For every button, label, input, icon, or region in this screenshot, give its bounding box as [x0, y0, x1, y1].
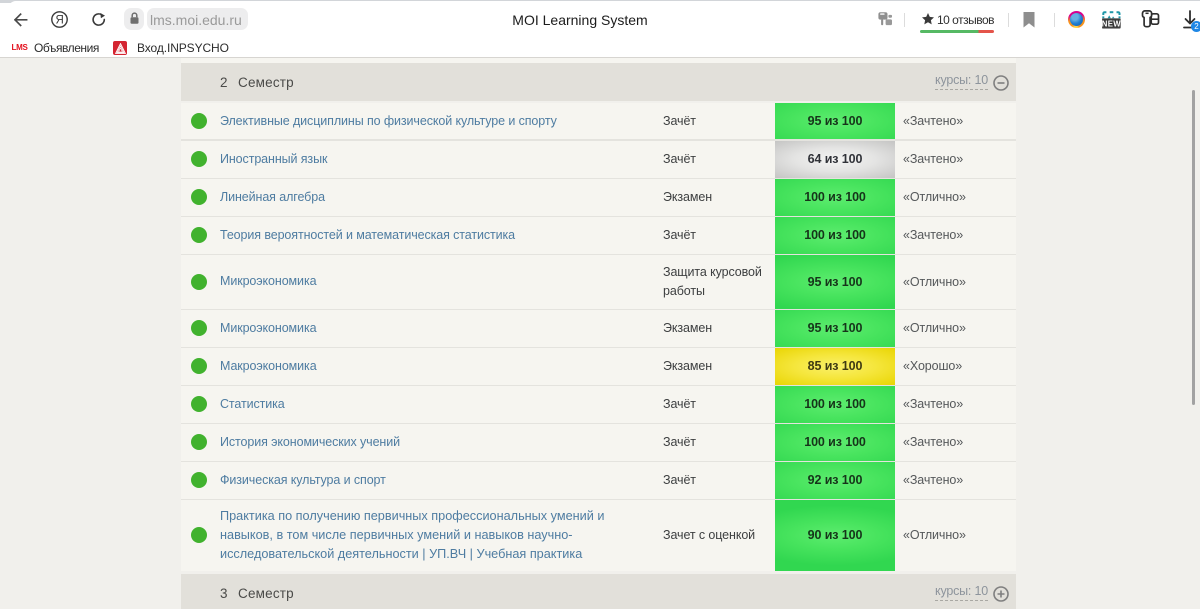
svg-text:NEW: NEW [1102, 19, 1121, 28]
svg-text:Я: Я [55, 15, 63, 27]
